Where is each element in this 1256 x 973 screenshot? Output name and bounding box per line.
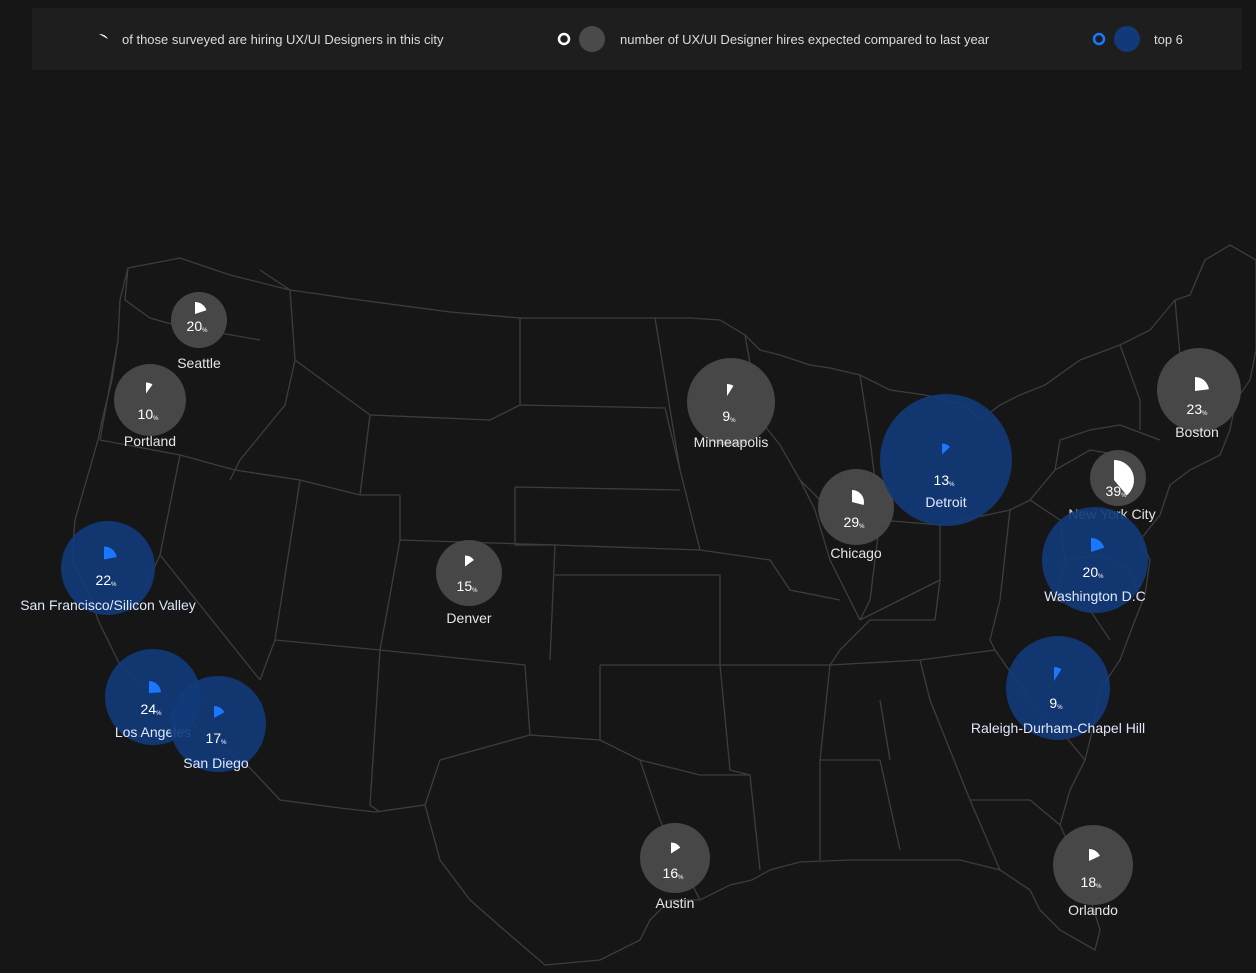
city-label-san-francisco-silicon-valley: San Francisco/Silicon Valley — [20, 597, 196, 613]
map-infographic: of those surveyed are hiring UX/UI Desig… — [0, 0, 1256, 973]
city-label-austin: Austin — [656, 895, 695, 911]
city-marker-san-francisco-silicon-valley: 22%San Francisco/Silicon Valley — [20, 521, 196, 615]
city-label-chicago: Chicago — [830, 545, 882, 561]
city-marker-portland: 10%Portland — [114, 364, 186, 449]
city-bubble-chicago — [818, 469, 894, 545]
city-marker-detroit: 13%Detroit — [880, 394, 1012, 526]
city-marker-minneapolis: 9%Minneapolis — [687, 358, 775, 450]
city-label-raleigh-durham-chapel-hill: Raleigh-Durham-Chapel Hill — [971, 720, 1145, 736]
city-bubble-denver — [436, 540, 502, 606]
city-marker-seattle: 20%Seattle — [171, 292, 227, 371]
city-label-orlando: Orlando — [1068, 902, 1118, 918]
city-label-seattle: Seattle — [177, 355, 221, 371]
city-marker-boston: 23%Boston — [1157, 348, 1241, 440]
city-marker-raleigh-durham-chapel-hill: 9%Raleigh-Durham-Chapel Hill — [971, 636, 1145, 740]
city-bubble-austin — [640, 823, 710, 893]
city-label-san-diego: San Diego — [183, 755, 249, 771]
city-marker-washington-d-c: 20%Washington D.C — [1042, 507, 1148, 613]
city-marker-san-diego: 17%San Diego — [170, 676, 266, 772]
city-label-washington-d-c: Washington D.C — [1044, 588, 1145, 604]
city-markers: 20%Seattle10%Portland 22%San Francisco/Si… — [20, 292, 1241, 918]
city-label-portland: Portland — [124, 433, 176, 449]
city-label-detroit: Detroit — [925, 494, 966, 510]
city-label-minneapolis: Minneapolis — [694, 434, 769, 450]
city-bubble-minneapolis — [687, 358, 775, 446]
city-marker-chicago: 29%Chicago — [818, 469, 894, 561]
us-map: 20%Seattle10%Portland 22%San Francisco/Si… — [20, 244, 1256, 966]
city-bubble-portland — [114, 364, 186, 436]
city-marker-denver: 15%Denver — [436, 540, 502, 626]
city-label-denver: Denver — [446, 610, 491, 626]
city-label-boston: Boston — [1175, 424, 1219, 440]
city-bubble-orlando — [1053, 825, 1133, 905]
city-marker-orlando: 18%Orlando — [1053, 825, 1133, 918]
